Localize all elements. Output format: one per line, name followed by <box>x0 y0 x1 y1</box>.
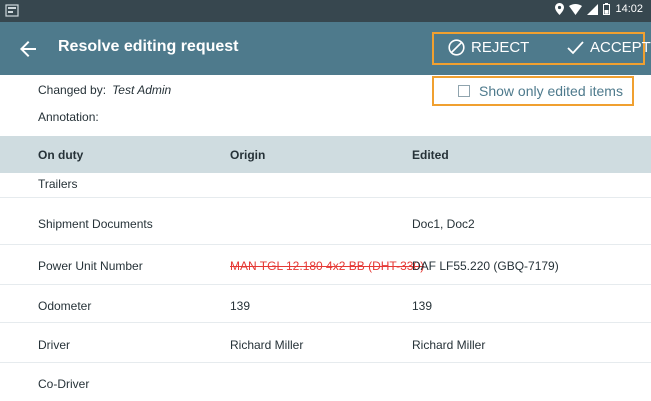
show-only-edited-toggle[interactable]: Show only edited items <box>432 76 634 106</box>
column-header-edited: Edited <box>412 148 449 162</box>
block-icon <box>448 39 465 56</box>
notification-icon <box>5 4 19 17</box>
column-header-origin: Origin <box>230 148 266 162</box>
table-row[interactable]: Trailers <box>0 173 651 198</box>
accept-label: ACCEPT <box>590 39 651 56</box>
row-edited: DAF LF55.220 (GBQ-7179) <box>412 259 559 273</box>
row-edited: Doc1, Doc2 <box>412 217 475 231</box>
row-edited: 139 <box>412 299 433 313</box>
back-arrow-icon[interactable] <box>16 37 40 61</box>
action-buttons-group: REJECT ACCEPT <box>432 32 651 65</box>
changed-by-label: Changed by: <box>38 83 107 97</box>
show-only-edited-label: Show only edited items <box>479 83 623 99</box>
battery-icon <box>603 3 611 15</box>
accept-button[interactable]: ACCEPT <box>567 39 651 56</box>
row-edited: Richard Miller <box>412 338 486 352</box>
app-bar: Resolve editing request REJECT ACCEPT <box>0 22 651 75</box>
row-name: Trailers <box>38 177 78 191</box>
table-row[interactable]: Driver Richard Miller Richard Miller <box>0 323 651 363</box>
status-bar: 14:02 <box>0 0 651 22</box>
column-header-on-duty: On duty <box>38 148 84 162</box>
annotation-label: Annotation: <box>38 110 99 124</box>
changed-by-row: Changed by: Test Admin <box>38 83 171 97</box>
row-origin: Richard Miller <box>230 338 304 352</box>
location-icon <box>555 3 565 15</box>
row-name: Co-Driver <box>38 377 90 391</box>
wifi-icon <box>569 3 583 15</box>
signal-icon <box>587 3 599 15</box>
row-name: Driver <box>38 338 70 352</box>
status-time: 14:02 <box>615 3 643 15</box>
reject-button[interactable]: REJECT <box>448 39 529 56</box>
reject-label: REJECT <box>471 39 530 56</box>
table-row[interactable]: Shipment Documents Doc1, Doc2 <box>0 198 651 245</box>
table-row[interactable]: Odometer 139 139 <box>0 285 651 323</box>
annotation-row: Annotation: <box>38 110 99 124</box>
row-origin-changed: MAN TGL 12.180 4x2 BB (DHT-330) <box>230 259 425 273</box>
check-icon <box>567 40 584 54</box>
changed-by-value: Test Admin <box>112 83 172 97</box>
row-origin: 139 <box>230 299 251 313</box>
table-row[interactable]: Co-Driver <box>0 363 651 401</box>
row-name: Power Unit Number <box>38 259 143 273</box>
show-only-edited-checkbox[interactable] <box>458 85 470 97</box>
table-row[interactable]: Power Unit Number MAN TGL 12.180 4x2 BB … <box>0 245 651 285</box>
row-name: Shipment Documents <box>38 217 153 231</box>
page-title: Resolve editing request <box>58 38 239 55</box>
row-name: Odometer <box>38 299 92 313</box>
table-header: On duty Origin Edited <box>0 136 651 173</box>
